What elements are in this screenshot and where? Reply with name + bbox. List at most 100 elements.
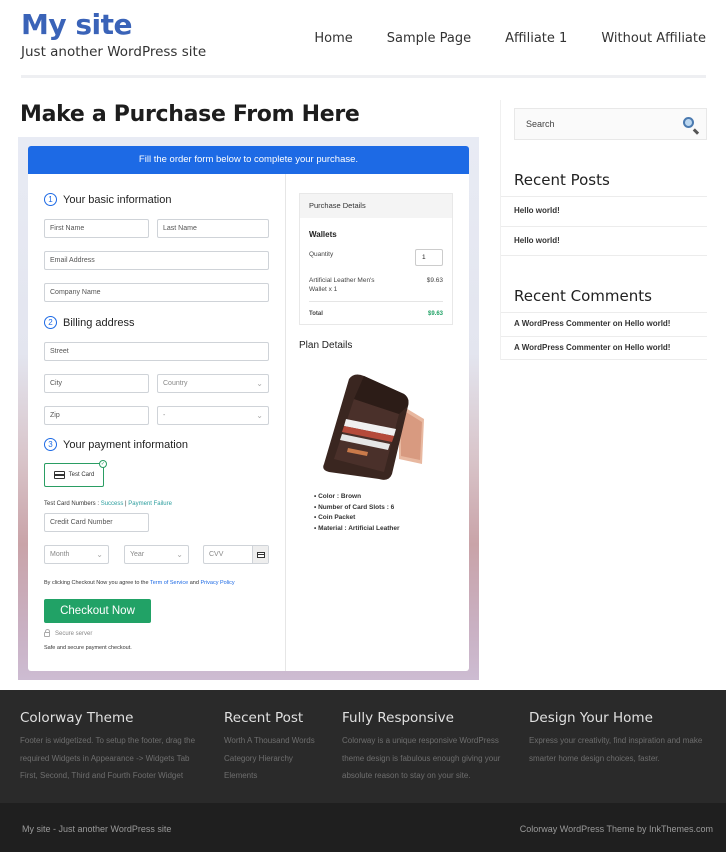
country-value: Country — [163, 380, 188, 387]
year-value: Year — [130, 551, 145, 558]
zip-input[interactable]: Zip — [44, 406, 149, 425]
form-banner: Fill the order form below to complete yo… — [28, 146, 469, 174]
payment-failure-link[interactable]: Payment Failure — [128, 501, 172, 507]
header-divider — [21, 75, 706, 78]
divider — [309, 301, 443, 302]
secure-server: Secure server — [44, 629, 93, 637]
card-number-input[interactable]: Credit Card Number — [44, 513, 149, 532]
total-value: $9.63 — [427, 311, 443, 317]
state-select[interactable]: - ⌄ — [157, 406, 269, 425]
city-input[interactable]: City — [44, 374, 149, 393]
terms-of-service-link[interactable]: Term of Service — [150, 580, 188, 586]
chevron-down-icon: ⌄ — [96, 550, 103, 559]
company-input[interactable]: Company Name — [44, 283, 269, 302]
footer-col-responsive: Fully Responsive Colorway is a unique re… — [342, 710, 522, 785]
section-title: Your basic information — [63, 193, 172, 206]
recent-comments-title: Recent Comments — [514, 287, 652, 305]
last-name-input[interactable]: Last Name — [157, 219, 269, 238]
footer-text-line: Express your creativity, find inspiratio… — [529, 736, 703, 745]
footer-col-colorway: Colorway Theme Footer is widgetized. To … — [20, 710, 220, 785]
purchase-details-header: Purchase Details — [300, 194, 452, 218]
checkout-now-button[interactable]: Checkout Now — [44, 599, 151, 623]
terms-and: and — [188, 580, 201, 586]
footer-col-design-home: Design Your Home Express your creativity… — [529, 710, 724, 767]
cvv-placeholder: CVV — [209, 551, 224, 558]
cvv-card-icon — [252, 546, 268, 563]
form-right-column: Purchase Details Wallets Quantity 1 Arti… — [286, 174, 469, 671]
quantity-input[interactable]: 1 — [415, 249, 443, 266]
footer-bottom-bar: My site - Just another WordPress site Co… — [0, 803, 726, 852]
search-placeholder: Search — [526, 119, 555, 129]
chevron-down-icon: ⌄ — [256, 379, 263, 388]
footer-post-link[interactable]: Worth A Thousand Words — [224, 732, 334, 750]
recent-post-link[interactable]: Hello world! — [501, 196, 707, 226]
check-icon: ✓ — [99, 460, 107, 468]
state-value: - — [163, 412, 166, 419]
nav-without-affiliate[interactable]: Without Affiliate — [601, 31, 706, 46]
purchase-details: Purchase Details Wallets Quantity 1 Arti… — [299, 193, 453, 325]
order-form: Fill the order form below to complete yo… — [28, 146, 469, 671]
feature-item: Material : Artificial Leather — [314, 524, 399, 535]
search-input[interactable]: Search — [514, 108, 707, 140]
feature-item: Color : Brown — [314, 492, 400, 503]
safe-checkout-text: Safe and secure payment checkout. — [44, 645, 132, 651]
recent-comment-link[interactable]: A WordPress Commenter on Hello world! — [501, 312, 707, 336]
nav-sample-page[interactable]: Sample Page — [387, 31, 471, 46]
wallet-product-image — [323, 374, 424, 480]
privacy-policy-link[interactable]: Privacy Policy — [200, 580, 234, 586]
search-icon[interactable] — [683, 117, 694, 128]
recent-posts-title: Recent Posts — [514, 171, 610, 189]
footer-post-link[interactable]: Category Hierarchy — [224, 750, 334, 768]
lock-icon — [44, 629, 50, 637]
site-header: My site Just another WordPress site Home… — [0, 0, 726, 80]
street-input[interactable]: Street — [44, 342, 269, 361]
footer-text-line: required Widgets in Appearance -> Widget… — [20, 753, 190, 763]
nav-home[interactable]: Home — [314, 31, 352, 46]
month-value: Month — [50, 551, 70, 558]
country-select[interactable]: Country ⌄ — [157, 374, 269, 393]
footer-widgets: Colorway Theme Footer is widgetized. To … — [0, 690, 726, 803]
nav-affiliate-1[interactable]: Affiliate 1 — [505, 31, 567, 46]
page-title: Make a Purchase From Here — [20, 102, 360, 127]
item-price: $9.63 — [426, 277, 443, 284]
site-title[interactable]: My site — [21, 8, 133, 41]
footer-text-line: theme design is fabulous enough giving y… — [342, 753, 501, 763]
credit-card-icon — [53, 471, 65, 479]
terms-text: By clicking Checkout Now you agree to th… — [44, 580, 235, 586]
line-item: Artificial Leather Men's Wallet x 1 $9.6… — [309, 276, 443, 294]
step-2-icon: 2 — [44, 316, 57, 329]
year-select[interactable]: Year ⌄ — [124, 545, 189, 564]
footer-col-title: Recent Post — [224, 710, 304, 726]
footer-col-title: Design Your Home — [529, 710, 653, 726]
footer-col-title: Fully Responsive — [342, 710, 454, 726]
cvv-input[interactable]: CVV — [203, 545, 269, 564]
footer-text-line: Colorway is a unique responsive WordPres… — [342, 736, 499, 745]
sidebar: Search Recent Posts Hello world! Hello w… — [500, 100, 707, 360]
section-billing: 2 Billing address — [44, 316, 135, 329]
total-label: Total — [309, 311, 323, 317]
plan-features: Color : Brown Number of Card Slots : 6 C… — [314, 492, 400, 535]
total-row: Total $9.63 — [309, 311, 443, 317]
form-left-column: 1 Your basic information First Name Last… — [28, 174, 286, 671]
main-nav: Home Sample Page Affiliate 1 Without Aff… — [280, 31, 706, 46]
footer-col-title: Colorway Theme — [20, 710, 134, 726]
email-input[interactable]: Email Address — [44, 251, 269, 270]
footer-text-line: absolute reason to stay on your site. — [342, 771, 471, 780]
footer-theme-credit[interactable]: Colorway WordPress Theme by InkThemes.co… — [520, 824, 713, 834]
feature-item: Number of Card Slots : 6 — [314, 503, 400, 514]
secure-server-label: Secure server — [55, 630, 93, 637]
month-select[interactable]: Month ⌄ — [44, 545, 109, 564]
footer-post-link[interactable]: Elements — [224, 767, 334, 785]
footer-text-line: Footer is widgetized. To setup the foote… — [20, 736, 196, 745]
section-title: Billing address — [63, 316, 135, 329]
section-payment: 3 Your payment information — [44, 438, 188, 451]
recent-comment-link[interactable]: A WordPress Commenter on Hello world! — [501, 336, 707, 360]
step-3-icon: 3 — [44, 438, 57, 451]
site-tagline: Just another WordPress site — [21, 44, 207, 60]
success-link[interactable]: Success — [101, 501, 124, 507]
first-name-input[interactable]: First Name — [44, 219, 149, 238]
test-numbers-label: Test Card Numbers : — [44, 501, 101, 507]
checkout-embed: Fill the order form below to complete yo… — [18, 137, 479, 680]
recent-post-link[interactable]: Hello world! — [501, 226, 707, 256]
payment-option-test-card[interactable]: Test Card ✓ — [44, 460, 107, 487]
